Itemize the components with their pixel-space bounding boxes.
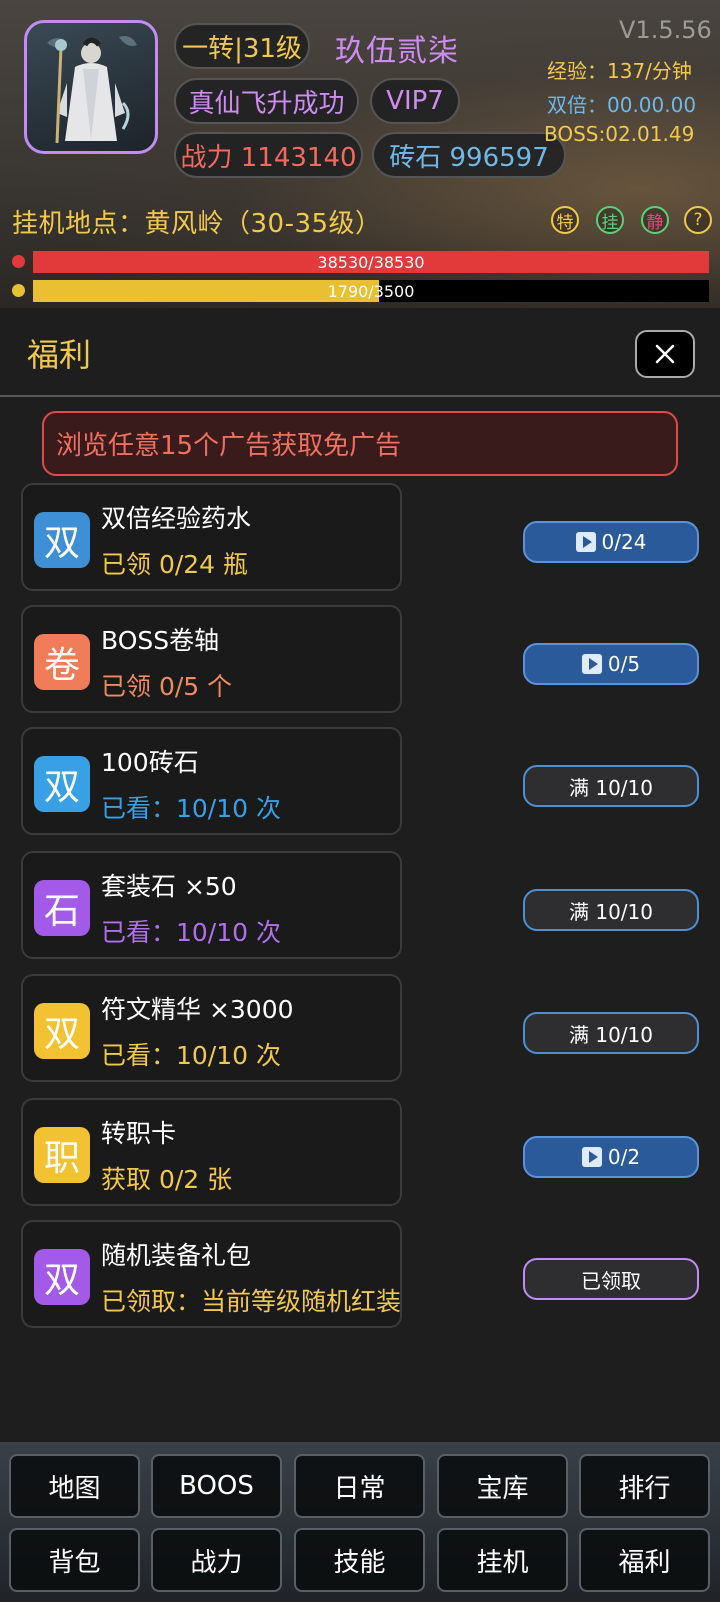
mp-text: 1790/3500 (327, 281, 415, 301)
welfare-item: 双符文精华 ×3000 已看：10/10 次 (21, 974, 402, 1082)
status-header: 一转|31级 玖伍贰柒 V1.5.56 真仙飞升成功 VIP7 战力 11431… (0, 0, 720, 308)
item-icon: 双 (34, 512, 90, 568)
help-icon[interactable]: ? (684, 206, 712, 234)
item-action-label: 0/5 (607, 652, 641, 676)
item-icon: 双 (34, 1249, 90, 1305)
double-timer: 双倍：00.00.00 (547, 93, 697, 117)
item-icon: 卷 (34, 634, 90, 690)
item-title: 100砖石 (101, 748, 199, 777)
item-progress: 已领 0/24 瓶 (101, 550, 249, 579)
item-action-label: 已领取 (581, 1268, 641, 1293)
item-action-label: 0/24 (601, 530, 647, 554)
item-action-button[interactable]: 0/5 (523, 643, 699, 685)
item-title: 符文精华 ×3000 (101, 995, 294, 1024)
item-action-button[interactable]: 0/24 (523, 521, 699, 563)
idle-badge[interactable]: 挂 (596, 206, 624, 234)
item-icon: 双 (34, 1003, 90, 1059)
item-progress: 获取 0/2 张 (101, 1165, 233, 1194)
close-button[interactable] (635, 330, 695, 378)
item-progress: 已领取：当前等级随机红装 (101, 1287, 402, 1316)
nav-map[interactable]: 地图 (9, 1454, 140, 1518)
mute-badge[interactable]: 静 (641, 206, 669, 234)
hp-text: 38530/38530 (317, 252, 425, 272)
power-badge: 战力 1143140 (174, 132, 363, 178)
rank-badge: 一转|31级 (174, 23, 310, 69)
welfare-item: 石套装石 ×50 已看：10/10 次 (21, 851, 402, 959)
mp-bar: 1790/3500 (33, 280, 709, 302)
item-action-button[interactable]: 0/2 (523, 1136, 699, 1178)
avatar[interactable] (24, 20, 158, 154)
item-title: 双倍经验药水 (101, 504, 252, 533)
panel-title: 福利 (27, 336, 92, 374)
title-badge: 真仙飞升成功 (174, 78, 359, 124)
item-icon: 双 (34, 756, 90, 812)
bottom-nav: 地图 BOOS 日常 宝库 排行 背包 战力 技能 挂机 福利 (0, 1442, 720, 1602)
item-action-button[interactable]: 满 10/10 (523, 765, 699, 807)
version-label: V1.5.56 (619, 16, 712, 44)
item-progress: 已看：10/10 次 (101, 918, 281, 947)
item-title: 转职卡 (101, 1119, 177, 1148)
play-icon (581, 1147, 602, 1167)
nav-ranking[interactable]: 排行 (579, 1454, 710, 1518)
item-action-button[interactable]: 已领取 (523, 1258, 699, 1300)
welfare-item: 双双倍经验药水 已领 0/24 瓶 (21, 483, 402, 591)
nav-power[interactable]: 战力 (151, 1528, 282, 1592)
item-title: BOSS卷轴 (101, 626, 220, 655)
welfare-item: 双 100砖石已看：10/10 次 (21, 727, 402, 835)
panel-divider (0, 395, 720, 397)
item-title: 随机装备礼包 (101, 1241, 252, 1270)
item-title: 套装石 ×50 (101, 872, 237, 901)
vip-badge[interactable]: VIP7 (370, 78, 460, 124)
close-icon (655, 344, 675, 364)
nav-idle[interactable]: 挂机 (437, 1528, 568, 1592)
player-name: 玖伍贰柒 (335, 34, 459, 69)
idle-location[interactable]: 挂机地点：黄风岭（30-35级） (12, 203, 382, 240)
nav-treasury[interactable]: 宝库 (437, 1454, 568, 1518)
character-portrait (47, 36, 137, 144)
ad-notice: 浏览任意15个广告获取免广告 (42, 411, 678, 476)
item-action-label: 满 10/10 (569, 899, 653, 924)
play-icon (581, 654, 602, 674)
item-icon: 职 (34, 1127, 90, 1183)
nav-bag[interactable]: 背包 (9, 1528, 140, 1592)
exp-rate: 经验：137/分钟 (547, 59, 692, 83)
welfare-item: 卷 BOSS卷轴 已领 0/5 个 (21, 605, 402, 713)
item-action-button[interactable]: 满 10/10 (523, 1012, 699, 1054)
item-progress: 已看：10/10 次 (101, 794, 281, 823)
item-action-label: 满 10/10 (569, 1022, 653, 1047)
item-icon: 石 (34, 880, 90, 936)
hp-dot-icon (12, 255, 25, 268)
hp-bar: 38530/38530 (33, 251, 709, 273)
item-action-button[interactable]: 满 10/10 (523, 889, 699, 931)
welfare-item: 职转职卡获取 0/2 张 (21, 1098, 402, 1206)
nav-boss[interactable]: BOOS (151, 1454, 282, 1518)
mp-dot-icon (12, 284, 25, 297)
special-badge[interactable]: 特 (551, 206, 579, 234)
nav-daily[interactable]: 日常 (294, 1454, 425, 1518)
welfare-item: 双随机装备礼包已领取：当前等级随机红装 (21, 1220, 402, 1328)
boss-timer: BOSS:02.01.49 (544, 122, 695, 146)
item-action-label: 满 10/10 (569, 775, 653, 800)
nav-welfare[interactable]: 福利 (579, 1528, 710, 1592)
item-progress: 已领 0/5 个 (101, 672, 233, 701)
item-progress: 已看：10/10 次 (101, 1041, 281, 1070)
nav-skills[interactable]: 技能 (294, 1528, 425, 1592)
gems-badge: 砖石 996597 (372, 132, 566, 178)
play-icon (575, 532, 596, 552)
item-action-label: 0/2 (607, 1145, 641, 1169)
